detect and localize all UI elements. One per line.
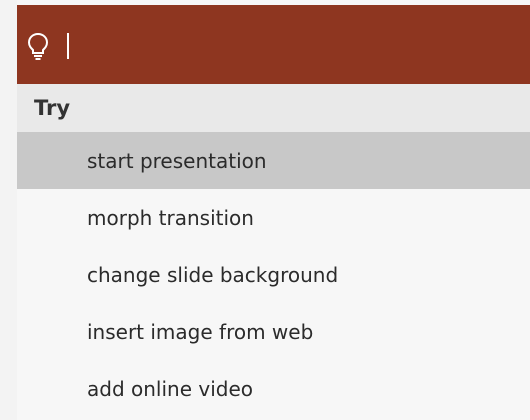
suggestion-insert-image-from-web[interactable]: insert image from web <box>17 303 530 360</box>
suggestion-label: insert image from web <box>87 319 314 344</box>
suggestion-label: start presentation <box>87 148 267 173</box>
try-section-header: Try <box>17 84 530 132</box>
suggestion-start-presentation[interactable]: start presentation <box>17 132 530 189</box>
lightbulb-icon <box>27 32 49 60</box>
try-section-label: Try <box>34 96 71 120</box>
suggestion-label: morph transition <box>87 205 254 230</box>
tell-me-search-input[interactable] <box>75 27 515 63</box>
suggestion-label: change slide background <box>87 262 339 287</box>
suggestion-list: start presentation morph transition chan… <box>17 132 530 417</box>
suggestion-label: add online video <box>87 376 253 401</box>
text-caret <box>67 33 69 59</box>
suggestion-morph-transition[interactable]: morph transition <box>17 189 530 246</box>
suggestion-change-slide-background[interactable]: change slide background <box>17 246 530 303</box>
suggestion-add-online-video[interactable]: add online video <box>17 360 530 417</box>
tell-me-search-bar[interactable] <box>17 5 530 84</box>
